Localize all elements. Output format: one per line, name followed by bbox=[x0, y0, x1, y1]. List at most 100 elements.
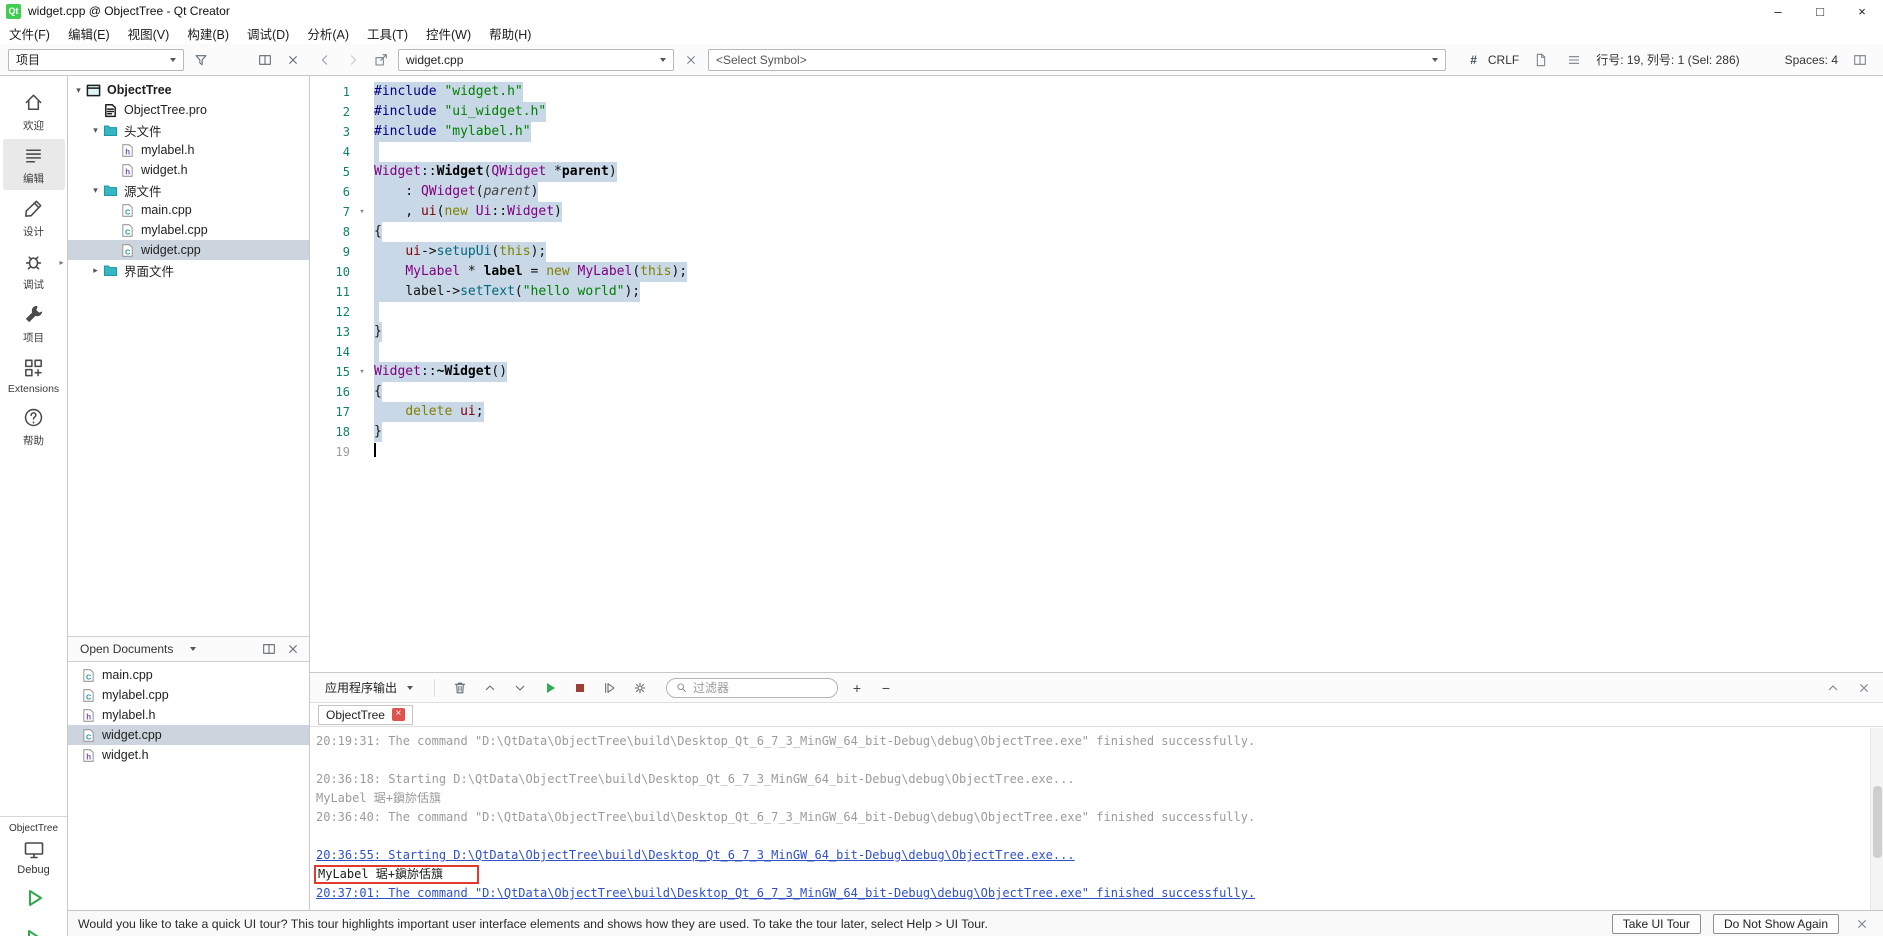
menu-help[interactable]: 帮助(H) bbox=[480, 22, 540, 45]
mode-design[interactable]: 设计 bbox=[3, 192, 65, 243]
open-doc-widget-cpp[interactable]: Cwidget.cpp bbox=[68, 725, 309, 745]
close-output-icon[interactable] bbox=[1853, 677, 1875, 699]
menu-debug[interactable]: 调试(D) bbox=[238, 22, 298, 45]
code-line-14[interactable]: 14 bbox=[310, 342, 1883, 362]
open-doc-mylabel-cpp[interactable]: Cmylabel.cpp bbox=[68, 685, 309, 705]
code-editor[interactable]: 1 #include "widget.h" 2 #include "ui_widget… bbox=[310, 76, 1883, 672]
mode-extensions[interactable]: Extensions bbox=[3, 351, 65, 399]
tree-item-headers[interactable]: ▾ 头文件 bbox=[68, 120, 309, 140]
zoom-in-button[interactable]: + bbox=[847, 680, 867, 696]
indent-settings[interactable]: Spaces: 4 bbox=[1785, 53, 1838, 67]
previous-item-icon[interactable] bbox=[479, 677, 501, 699]
code-line-1[interactable]: 1 #include "widget.h" bbox=[310, 82, 1883, 102]
expander-icon[interactable]: ▸ bbox=[89, 265, 102, 276]
tree-item-root[interactable]: ▾ ObjectTree bbox=[68, 80, 309, 100]
symbol-selector[interactable]: <Select Symbol> bbox=[708, 48, 1447, 71]
menu-tools[interactable]: 工具(T) bbox=[358, 22, 417, 45]
code-line-2[interactable]: 2 #include "ui_widget.h" bbox=[310, 102, 1883, 122]
code-line-18[interactable]: 18} bbox=[310, 422, 1883, 442]
settings-icon[interactable] bbox=[629, 677, 651, 699]
scrollbar-thumb[interactable] bbox=[1873, 786, 1882, 858]
close-pane-icon[interactable] bbox=[282, 49, 304, 71]
code-line-3[interactable]: 3 #include "mylabel.h" bbox=[310, 122, 1883, 142]
code-line-7[interactable]: 7 ▾ , ui(new Ui::Widget) bbox=[310, 202, 1883, 222]
pane-selector[interactable]: 项目 bbox=[8, 48, 184, 71]
attach-run-icon[interactable] bbox=[599, 677, 621, 699]
output-filter-input[interactable]: 过滤器 bbox=[666, 677, 839, 698]
tree-item-forms[interactable]: ▸ 界面文件 bbox=[68, 260, 309, 280]
close-pane-icon[interactable] bbox=[282, 638, 304, 660]
infobar-close-icon[interactable] bbox=[1851, 913, 1873, 935]
mode-edit[interactable]: 编辑 bbox=[2, 139, 65, 190]
expander-icon[interactable]: ▾ bbox=[89, 185, 102, 196]
code-line-16[interactable]: 16 { bbox=[310, 382, 1883, 402]
mode-welcome[interactable]: 欢迎 bbox=[3, 86, 65, 137]
outline-icon[interactable] bbox=[1563, 49, 1585, 71]
menu-build[interactable]: 构建(B) bbox=[178, 22, 238, 45]
split-editor-icon[interactable] bbox=[1849, 49, 1871, 71]
filter-tree-icon[interactable] bbox=[190, 49, 212, 71]
code-line-10[interactable]: 10 MyLabel * label = new MyLabel(this); bbox=[310, 262, 1883, 282]
code-line-12[interactable]: 12 bbox=[310, 302, 1883, 322]
dismiss-tour-button[interactable]: Do Not Show Again bbox=[1712, 913, 1839, 934]
output-tab[interactable]: ObjectTree × bbox=[318, 704, 413, 725]
code-line-9[interactable]: 9 ui->setupUi(this); bbox=[310, 242, 1883, 262]
line-ending-selector[interactable]: CRLF bbox=[1488, 53, 1519, 67]
docs-pane-selector[interactable]: Open Documents bbox=[73, 638, 203, 660]
run-button[interactable] bbox=[22, 886, 46, 910]
tree-item-main-cpp[interactable]: Cmain.cpp bbox=[68, 200, 309, 220]
stop-icon[interactable] bbox=[569, 677, 591, 699]
close-tab-icon[interactable]: × bbox=[391, 708, 405, 721]
fold-marker-icon[interactable]: ▾ bbox=[350, 202, 374, 222]
code-line-19[interactable]: 19 bbox=[310, 442, 1883, 462]
tree-item-widget-h[interactable]: h widget.h bbox=[68, 160, 309, 180]
mode-help[interactable]: 帮助 bbox=[3, 401, 65, 452]
mode-debug[interactable]: 调试 ▸ bbox=[3, 245, 65, 296]
code-line-11[interactable]: 11 label->setText("hello world"); bbox=[310, 282, 1883, 302]
open-in-window-icon[interactable] bbox=[370, 49, 392, 71]
code-line-5[interactable]: 5 Widget::Widget(QWidget *parent) bbox=[310, 162, 1883, 182]
code-line-8[interactable]: 8{ bbox=[310, 222, 1883, 242]
menu-widgets[interactable]: 控件(W) bbox=[417, 22, 480, 45]
expander-icon[interactable]: ▾ bbox=[89, 125, 102, 136]
open-doc-widget-h[interactable]: h widget.h bbox=[68, 745, 309, 765]
menu-file[interactable]: 文件(F) bbox=[0, 22, 59, 45]
clear-output-icon[interactable] bbox=[449, 677, 471, 699]
open-doc-mylabel-h[interactable]: h mylabel.h bbox=[68, 705, 309, 725]
maximize-icon[interactable]: □ bbox=[1799, 0, 1841, 22]
next-item-icon[interactable] bbox=[509, 677, 531, 699]
menu-analyze[interactable]: 分析(A) bbox=[298, 22, 358, 45]
document-selector[interactable]: widget.cpp bbox=[398, 48, 674, 71]
tree-item-mylabel-h[interactable]: h mylabel.h bbox=[68, 140, 309, 160]
expander-icon[interactable]: ▾ bbox=[72, 85, 85, 96]
code-line-15[interactable]: 15 ▾ Widget::~Widget() bbox=[310, 362, 1883, 382]
kit-selector[interactable]: ObjectTree Debug bbox=[0, 816, 67, 876]
debug-run-button[interactable] bbox=[22, 926, 46, 936]
tree-item-sources[interactable]: ▾ 源文件 bbox=[68, 180, 309, 200]
open-doc-main-cpp[interactable]: Cmain.cpp bbox=[68, 665, 309, 685]
menu-view[interactable]: 视图(V) bbox=[119, 22, 179, 45]
take-tour-button[interactable]: Take UI Tour bbox=[1611, 913, 1701, 934]
split-pane-icon[interactable] bbox=[254, 49, 276, 71]
tree-item-mylabel-cpp[interactable]: Cmylabel.cpp bbox=[68, 220, 309, 240]
fold-marker-icon[interactable]: ▾ bbox=[350, 362, 374, 382]
code-line-4[interactable]: 4 bbox=[310, 142, 1883, 162]
code-line-6[interactable]: 6 : QWidget(parent) bbox=[310, 182, 1883, 202]
minimize-icon[interactable]: – bbox=[1757, 0, 1799, 22]
encoding-icon[interactable] bbox=[1530, 49, 1552, 71]
close-icon[interactable]: × bbox=[1841, 0, 1883, 22]
menu-edit[interactable]: 编辑(E) bbox=[59, 22, 119, 45]
tree-item-widget-cpp[interactable]: Cwidget.cpp bbox=[68, 240, 309, 260]
go-back-icon[interactable] bbox=[314, 49, 336, 71]
maximize-pane-icon[interactable] bbox=[1822, 677, 1844, 699]
code-line-17[interactable]: 17 delete ui; bbox=[310, 402, 1883, 422]
mode-projects[interactable]: 项目 bbox=[3, 298, 65, 349]
hash-button[interactable]: # bbox=[1470, 53, 1477, 67]
tree-item-pro[interactable]: ObjectTree.pro bbox=[68, 100, 309, 120]
close-document-icon[interactable] bbox=[680, 49, 702, 71]
run-icon[interactable] bbox=[539, 677, 561, 699]
output-pane-selector[interactable]: 应用程序输出 bbox=[318, 677, 420, 699]
zoom-out-button[interactable]: − bbox=[876, 680, 896, 696]
code-line-13[interactable]: 13} bbox=[310, 322, 1883, 342]
split-pane-icon[interactable] bbox=[258, 638, 280, 660]
